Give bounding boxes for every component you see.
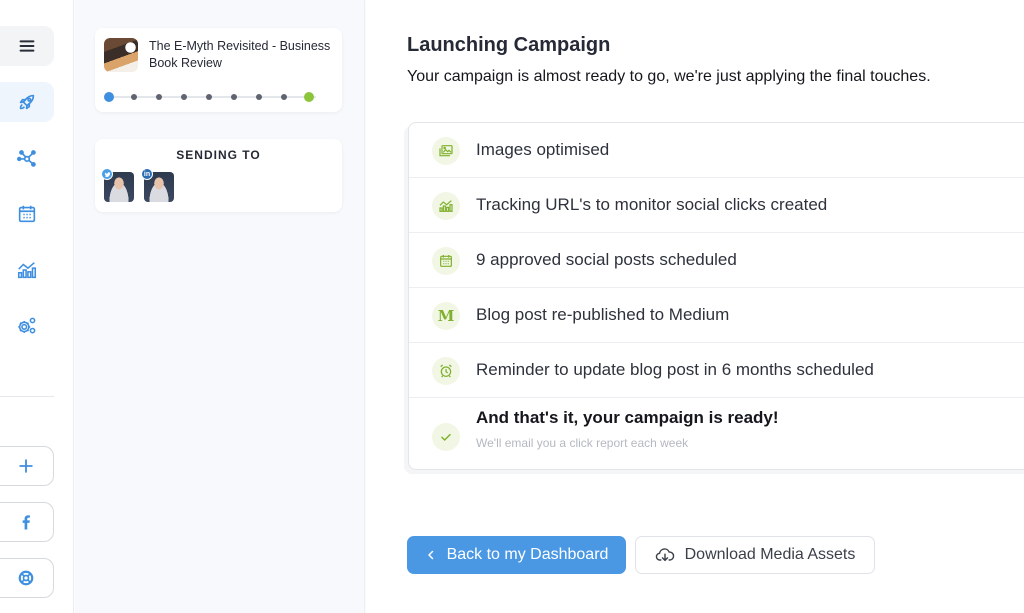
- hamburger-icon: [19, 40, 35, 52]
- sidebar-item-campaigns[interactable]: [0, 82, 54, 122]
- campaign-panel: The E-Myth Revisited - Business Book Rev…: [75, 0, 365, 613]
- help-button[interactable]: [0, 558, 54, 598]
- progress-step: [304, 92, 314, 102]
- main-content: Launching Campaign Your campaign is almo…: [366, 0, 1024, 613]
- checklist-item: 9 approved social posts scheduled: [409, 233, 1024, 288]
- calendar-icon: [18, 205, 36, 223]
- rocket-icon: [19, 94, 35, 110]
- menu-button[interactable]: [0, 26, 54, 66]
- checklist-final-item: And that's it, your campaign is ready! W…: [409, 398, 1024, 469]
- images-icon: [432, 137, 460, 165]
- facebook-icon: [22, 515, 30, 530]
- checklist-item: Images optimised: [409, 123, 1024, 178]
- progress-step: [256, 94, 262, 100]
- sidebar-item-network[interactable]: [0, 138, 54, 178]
- progress-step: [104, 92, 114, 102]
- checklist-item: Tracking URL's to monitor social clicks …: [409, 178, 1024, 233]
- progress-step: [181, 94, 187, 100]
- download-button-label: Download Media Assets: [684, 546, 856, 563]
- chevron-left-icon: [427, 550, 433, 560]
- campaign-thumbnail: [104, 38, 138, 72]
- checkmark-icon: [432, 423, 460, 451]
- lifebuoy-icon: [18, 570, 34, 586]
- gears-icon: [18, 317, 36, 334]
- progress-step: [206, 94, 212, 100]
- campaign-card[interactable]: The E-Myth Revisited - Business Book Rev…: [95, 28, 342, 112]
- download-media-assets-button[interactable]: Download Media Assets: [635, 536, 875, 574]
- progress-step: [156, 94, 162, 100]
- progress-step: [281, 94, 287, 100]
- icon-sidebar: [0, 0, 74, 613]
- progress-step: [131, 94, 137, 100]
- cloud-download-icon: [655, 548, 674, 562]
- sidebar-item-analytics[interactable]: [0, 250, 54, 290]
- progress-steps: [104, 92, 320, 102]
- checklist-item: Reminder to update blog post in 6 months…: [409, 343, 1024, 398]
- medium-icon: M: [432, 302, 460, 330]
- sidebar-item-settings[interactable]: [0, 306, 54, 346]
- checklist-item-text: Images optimised: [476, 140, 610, 159]
- sidebar-item-calendar[interactable]: [0, 194, 54, 234]
- sending-to-card: SENDING TO in: [95, 139, 342, 212]
- page-subtitle: Your campaign is almost ready to go, we'…: [407, 68, 931, 85]
- back-button-label: Back to my Dashboard: [446, 546, 609, 563]
- twitter-icon: [101, 168, 113, 180]
- analytics-icon: [17, 262, 37, 279]
- page-title: Launching Campaign: [407, 34, 611, 56]
- checklist-item-text: 9 approved social posts scheduled: [476, 250, 737, 269]
- alarm-clock-icon: [432, 357, 460, 385]
- sidebar-divider: [0, 396, 54, 397]
- launch-checklist: Images optimised Tracking URL's to monit…: [408, 122, 1024, 470]
- checklist-item-text: Reminder to update blog post in 6 months…: [476, 360, 874, 379]
- ready-title: And that's it, your campaign is ready!: [476, 408, 779, 427]
- add-button[interactable]: [0, 446, 54, 486]
- plus-icon: [19, 459, 33, 473]
- campaign-title: The E-Myth Revisited - Business Book Rev…: [149, 39, 331, 70]
- calendar-icon: [432, 247, 460, 275]
- checklist-item: M Blog post re-published to Medium: [409, 288, 1024, 343]
- facebook-button[interactable]: [0, 502, 54, 542]
- checklist-item-text: Blog post re-published to Medium: [476, 305, 730, 324]
- linkedin-icon: in: [141, 168, 153, 180]
- sending-to-label: SENDING TO: [176, 148, 261, 162]
- tracking-chart-icon: [432, 192, 460, 220]
- ready-subtitle: We'll email you a click report each week: [476, 436, 689, 450]
- network-icon: [17, 150, 36, 167]
- progress-step: [231, 94, 237, 100]
- back-to-dashboard-button[interactable]: Back to my Dashboard: [407, 536, 626, 574]
- checklist-item-text: Tracking URL's to monitor social clicks …: [476, 195, 828, 214]
